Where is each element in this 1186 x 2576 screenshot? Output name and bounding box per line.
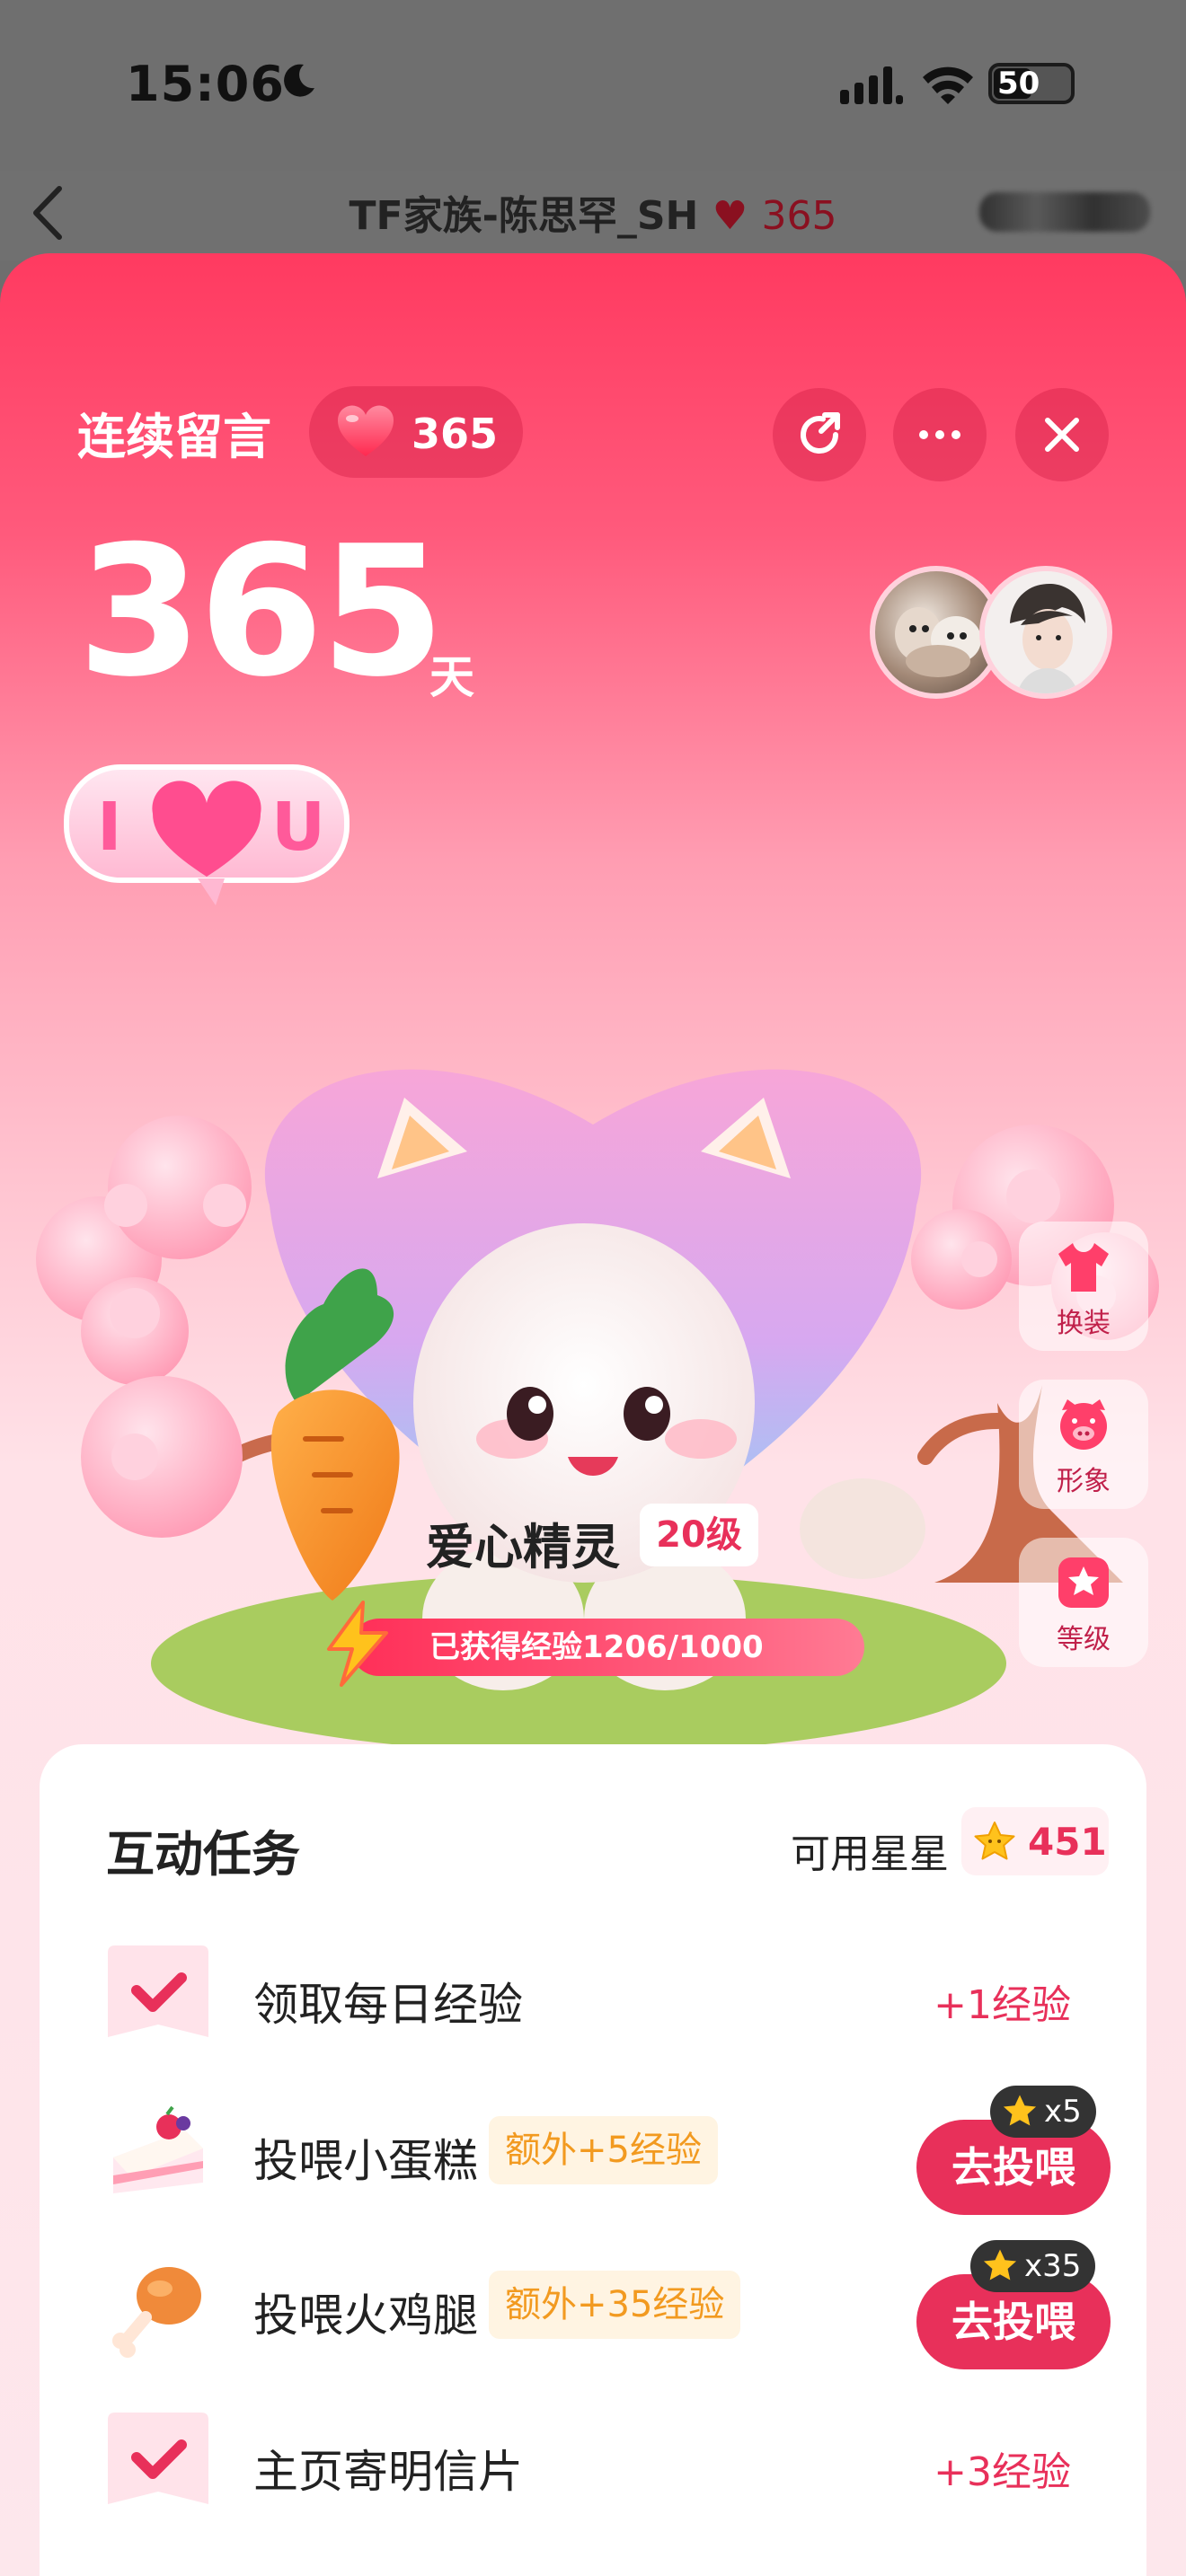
star-icon [983, 2249, 1017, 2280]
avatar-user[interactable] [979, 566, 1112, 699]
share-icon [801, 412, 840, 454]
star-icon [974, 1822, 1015, 1860]
moon-icon [284, 64, 314, 97]
status-bar: 15:06 50 [0, 0, 1186, 171]
nav-heart-count: 365 [761, 193, 837, 239]
streak-label: 连续留言 [77, 409, 271, 465]
outfit-button[interactable]: 换装 [1019, 1222, 1148, 1351]
battery-level: 50 [997, 66, 1040, 101]
pet-level-badge: 20级 [640, 1504, 758, 1566]
cake-icon [113, 2105, 203, 2193]
streak-days-unit: 天 [429, 651, 474, 703]
stars-balance: 451 [961, 1807, 1109, 1875]
status-time: 15:06 [126, 56, 285, 112]
star-cost: x5 [1044, 2094, 1082, 2130]
task-reward: +1经验 [934, 1982, 1071, 2028]
star-cost: x35 [1024, 2248, 1082, 2284]
star-icon [1003, 2095, 1037, 2126]
check-card-icon [108, 2413, 208, 2504]
star-cost-badge: x35 [970, 2240, 1096, 2292]
bonus-badge: 额外+5经验 [489, 2116, 718, 2184]
task-label: 投喂小蛋糕 [253, 2135, 478, 2187]
task-row: 投喂小蛋糕 额外+5经验 去投喂 x5 [40, 2071, 1146, 2224]
heart-icon [337, 405, 394, 456]
wifi-icon [923, 66, 973, 104]
task-row: 领取每日经验 +1经验 [40, 1915, 1146, 2068]
drumstick-icon [112, 2267, 201, 2358]
nav-header: TF家族-陈思罕_SH ♥ 365 [0, 171, 1186, 260]
streak-days-value: 365 [77, 507, 445, 717]
pet-name: 爱心精灵 [426, 1519, 620, 1575]
lightning-icon [327, 1601, 388, 1687]
pig-face-icon [1060, 1399, 1107, 1450]
bonus-badge: 额外+35经验 [489, 2271, 741, 2339]
xp-text: 已获得经验1206/1000 [429, 1629, 764, 1665]
blurred-nav-item [979, 192, 1150, 232]
share-button[interactable] [773, 388, 866, 481]
task-label: 投喂火鸡腿 [253, 2289, 478, 2342]
svg-text:I: I [97, 789, 122, 866]
tasks-title: 互动任务 [106, 1826, 300, 1883]
streak-sheet: 连续留言 365 365 天 I U 爱心精灵 20级 已获得经验1206/10… [0, 253, 1186, 2576]
carrot [270, 1268, 400, 1601]
level-button[interactable]: 等级 [1019, 1538, 1148, 1667]
task-row: 主页寄明信片 +3经验 [40, 2382, 1146, 2535]
level-label: 等级 [1057, 1624, 1111, 1655]
stars-value: 451 [1028, 1820, 1107, 1864]
more-dots-icon [919, 430, 960, 439]
close-button[interactable] [1015, 388, 1109, 481]
svg-text:U: U [271, 789, 325, 866]
streak-pill-count: 365 [412, 410, 499, 458]
battery-icon: 50 [988, 63, 1075, 104]
streak-pill[interactable]: 365 [309, 386, 523, 478]
cellular-signal-icon [840, 66, 903, 104]
task-label: 主页寄明信片 [253, 2446, 523, 2498]
right-blossom-tree [911, 1125, 1159, 1583]
nav-heart-icon: ♥ [712, 193, 748, 239]
outfit-label: 换装 [1057, 1308, 1111, 1339]
check-card-icon [108, 1945, 208, 2037]
i-love-u-bubble: I U [64, 764, 350, 905]
stars-label: 可用星星 [791, 1831, 949, 1877]
more-button[interactable] [893, 388, 987, 481]
tasks-card: 互动任务 可用星星 451 领取每日经验 +1经验 投喂小蛋糕 额外+5经验 去… [40, 1744, 1146, 2576]
appearance-label: 形象 [1057, 1466, 1111, 1497]
xp-progress-bar: 已获得经验1206/1000 [350, 1619, 864, 1676]
outfit-icon [1058, 1243, 1109, 1292]
user-photo [985, 571, 1107, 693]
star-badge-icon [1058, 1557, 1109, 1608]
appearance-button[interactable]: 形象 [1019, 1380, 1148, 1509]
close-icon [1045, 418, 1079, 452]
task-label: 领取每日经验 [253, 1979, 523, 2031]
task-row: 投喂火鸡腿 额外+35经验 去投喂 x35 [40, 2226, 1146, 2378]
task-reward: +3经验 [934, 2449, 1071, 2495]
star-cost-badge: x5 [990, 2086, 1096, 2138]
nav-title-text: TF家族-陈思罕_SH [349, 193, 699, 239]
